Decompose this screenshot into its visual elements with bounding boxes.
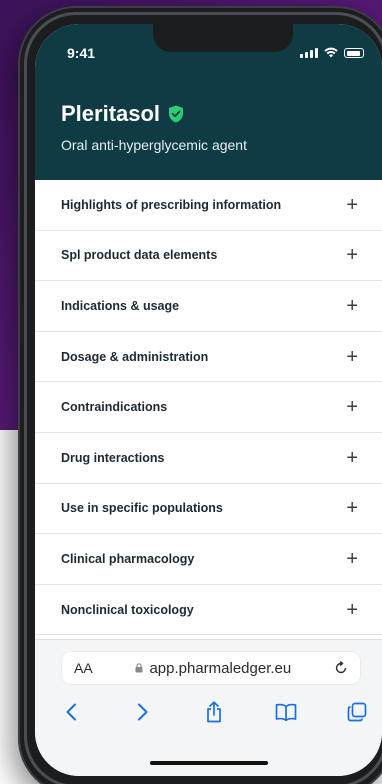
- plus-icon[interactable]: +: [346, 296, 358, 316]
- phone-screen: 9:41 Pleritasol Oral anti-hyperglycemic …: [35, 24, 382, 776]
- url-display[interactable]: app.pharmaledger.eu: [135, 660, 291, 677]
- section-label: Drug interactions: [61, 450, 165, 465]
- home-indicator: [150, 761, 268, 765]
- section-drug-interactions[interactable]: Drug interactions +: [35, 432, 382, 484]
- section-label: Indications & usage: [61, 298, 180, 313]
- wifi-icon: [324, 47, 338, 58]
- plus-icon[interactable]: +: [346, 195, 358, 215]
- address-bar[interactable]: AA app.pharmaledger.eu: [62, 652, 360, 684]
- phone-notch: [153, 24, 293, 52]
- section-nonclinical-toxicology[interactable]: Nonclinical toxicology +: [35, 584, 382, 636]
- section-dosage[interactable]: Dosage & administration +: [35, 331, 382, 383]
- lock-icon: [135, 663, 143, 673]
- browser-toolbar: [59, 696, 369, 728]
- battery-icon: [344, 48, 364, 58]
- plus-icon[interactable]: +: [346, 549, 358, 569]
- section-label: Use in specific populations: [61, 501, 223, 516]
- section-contraindications[interactable]: Contraindications +: [35, 382, 382, 433]
- section-label: Clinical pharmacology: [61, 551, 195, 566]
- section-label: Contraindications: [61, 400, 168, 415]
- browser-bar: AA app.pharmaledger.eu: [35, 639, 382, 776]
- product-title: Pleritasol: [61, 101, 161, 126]
- shield-check-icon: [169, 105, 184, 123]
- plus-icon[interactable]: +: [346, 347, 358, 367]
- section-spl-product-data[interactable]: Spl product data elements +: [35, 230, 382, 282]
- section-label: Spl product data elements: [61, 248, 218, 263]
- plus-icon[interactable]: +: [346, 600, 358, 620]
- section-label: Nonclinical toxicology: [61, 602, 194, 617]
- leaflet-section-list: Highlights of prescribing information + …: [35, 180, 382, 636]
- text-size-button[interactable]: AA: [74, 660, 93, 676]
- section-clinical-pharmacology[interactable]: Clinical pharmacology +: [35, 534, 382, 585]
- section-indications[interactable]: Indications & usage +: [35, 281, 382, 332]
- section-label: Dosage & administration: [61, 349, 209, 364]
- reload-icon[interactable]: [334, 661, 348, 675]
- back-icon[interactable]: [59, 700, 83, 724]
- signal-icon: [300, 48, 318, 58]
- section-highlights[interactable]: Highlights of prescribing information +: [35, 180, 382, 231]
- status-time: 9:41: [67, 45, 96, 61]
- plus-icon[interactable]: +: [346, 245, 358, 265]
- bookmarks-icon[interactable]: [274, 700, 298, 724]
- tabs-icon[interactable]: [345, 700, 369, 724]
- app-header: 9:41 Pleritasol Oral anti-hyperglycemic …: [35, 24, 382, 180]
- status-icons: [300, 47, 364, 58]
- url-text: app.pharmaledger.eu: [149, 659, 292, 677]
- plus-icon[interactable]: +: [346, 448, 358, 468]
- forward-icon[interactable]: [131, 700, 155, 724]
- section-label: Highlights of prescribing information: [61, 197, 282, 212]
- share-icon[interactable]: [202, 700, 226, 724]
- plus-icon[interactable]: +: [346, 498, 358, 518]
- product-subtitle: Oral anti-hyperglycemic agent: [61, 137, 247, 153]
- plus-icon[interactable]: +: [346, 397, 358, 417]
- title-row: Pleritasol: [61, 101, 184, 127]
- section-specific-populations[interactable]: Use in specific populations +: [35, 483, 382, 535]
